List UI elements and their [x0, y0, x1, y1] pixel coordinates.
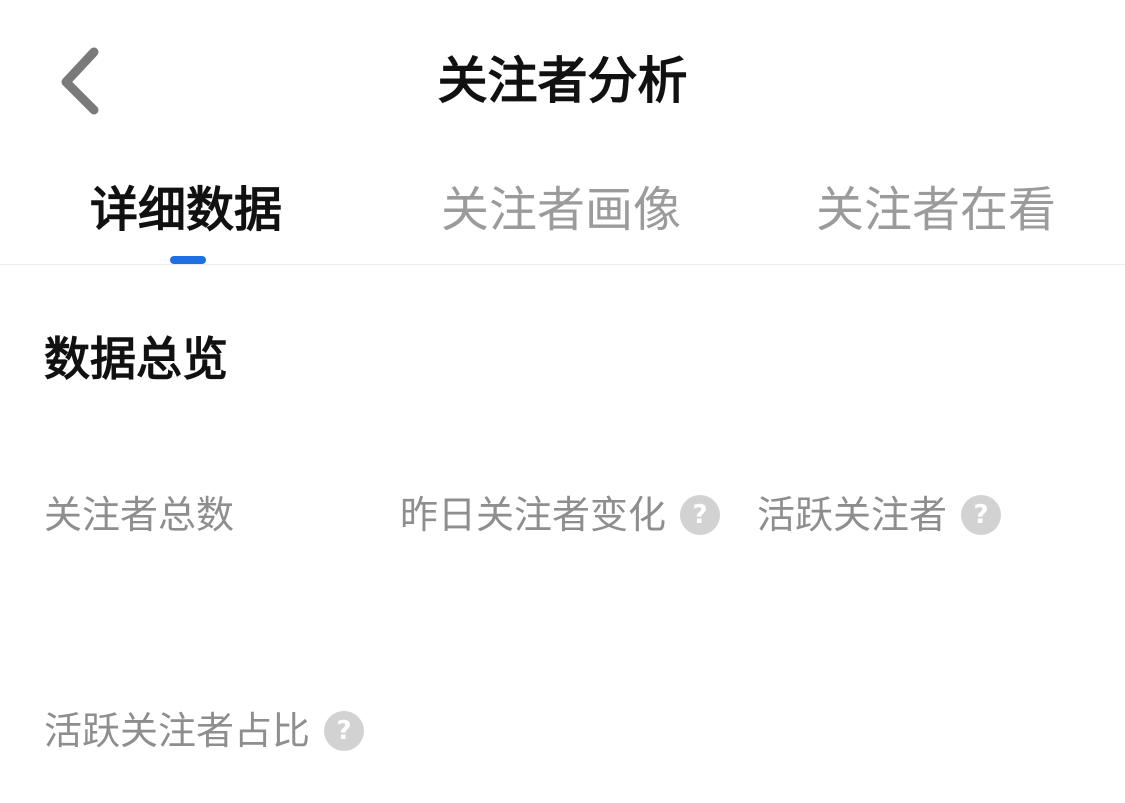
page-title: 关注者分析	[437, 52, 688, 110]
question-mark-icon[interactable]: ?	[961, 495, 1002, 535]
question-mark-icon[interactable]: ?	[324, 711, 365, 751]
section-title-overview: 数据总览	[44, 332, 228, 386]
active-tab-indicator	[170, 256, 206, 264]
metric-total-followers: 关注者总数	[44, 489, 234, 541]
metric-label: 活跃关注者	[757, 493, 948, 537]
tab-bar: 详细数据 关注者画像 关注者在看	[0, 168, 1125, 265]
metric-label: 昨日关注者变化	[400, 493, 667, 537]
tab-detailed-data[interactable]: 详细数据	[90, 178, 282, 242]
metric-active-followers: 活跃关注者 ?	[757, 489, 1002, 541]
metric-label: 活跃关注者占比	[44, 709, 311, 753]
tab-follower-profile[interactable]: 关注者画像	[441, 178, 681, 242]
tab-follower-watching[interactable]: 关注者在看	[816, 178, 1056, 242]
metric-active-ratio: 活跃关注者占比 ?	[44, 705, 365, 757]
top-bar: 关注者分析	[0, 0, 1125, 160]
metric-label: 关注者总数	[44, 493, 235, 537]
question-mark-icon[interactable]: ?	[680, 495, 721, 535]
metric-yesterday-change: 昨日关注者变化 ?	[400, 489, 721, 541]
